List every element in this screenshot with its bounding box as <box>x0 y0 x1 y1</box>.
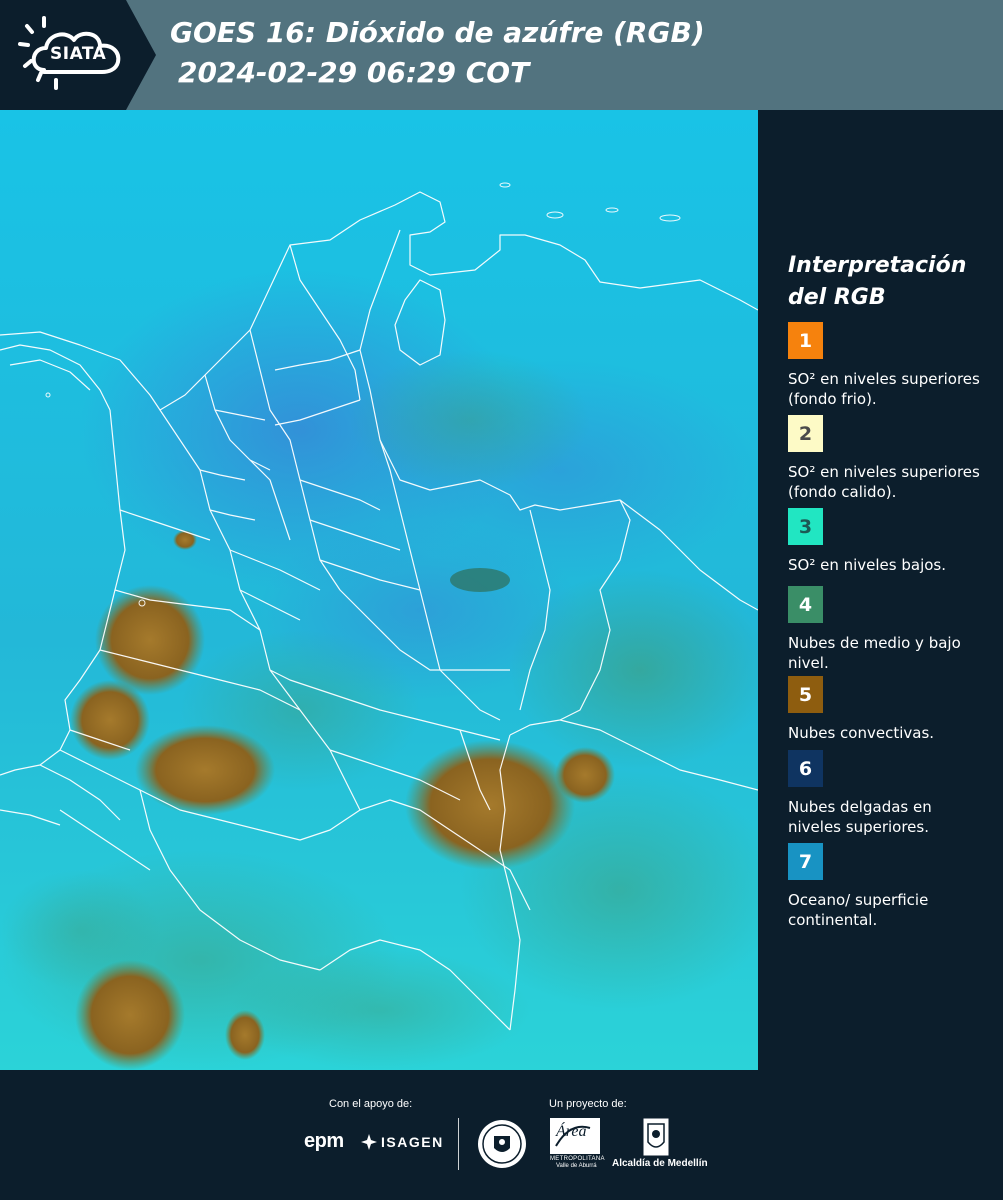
isagen-logo: ISAGEN <box>381 1134 444 1150</box>
legend-number: 1 <box>798 329 813 352</box>
support-caption: Con el apoyo de: <box>329 1098 413 1110</box>
legend-number: 5 <box>798 683 813 706</box>
area-logo-sub2: Valle de Aburrá <box>556 1163 597 1169</box>
satellite-map <box>0 110 758 1070</box>
legend-swatch-2: 2 <box>788 415 823 452</box>
legend-label: Nubes delgadas en niveles superiores. <box>788 798 932 836</box>
legend-item: 3 SO² en niveles bajos. <box>788 508 988 575</box>
legend-swatch-5: 5 <box>788 676 823 713</box>
legend-number: 7 <box>798 850 813 873</box>
isagen-icon <box>361 1134 377 1150</box>
legend-item: 5 Nubes convectivas. <box>788 676 988 743</box>
satellite-image <box>0 110 758 1070</box>
legend-swatch-6: 6 <box>788 750 823 787</box>
alcaldia-shield-icon <box>643 1118 669 1156</box>
siata-logo-text: SIATA <box>50 44 107 64</box>
page-timestamp: 2024-02-29 06:29 COT <box>178 56 530 89</box>
legend-label: SO² en niveles bajos. <box>788 556 947 574</box>
legend-number: 3 <box>798 515 813 538</box>
legend-number: 2 <box>798 422 813 445</box>
legend-swatch-7: 7 <box>788 843 823 880</box>
project-caption: Un proyecto de: <box>549 1098 627 1110</box>
legend-title: Interpretación del RGB <box>788 250 988 314</box>
medellin-seal-icon <box>478 1120 526 1168</box>
legend-item: 2 SO² en niveles superiores (fondo calid… <box>788 415 988 502</box>
footer-divider <box>458 1118 459 1170</box>
legend-label: SO² en niveles superiores (fondo frio). <box>788 370 980 408</box>
legend-swatch-4: 4 <box>788 586 823 623</box>
legend-label: Oceano/ superficie continental. <box>788 891 929 929</box>
area-logo-sub1: METROPOLITANA <box>550 1156 605 1162</box>
legend-number: 6 <box>798 757 813 780</box>
area-logo-word: Área <box>556 1123 587 1140</box>
page-title: GOES 16: Dióxido de azúfre (RGB) <box>170 16 705 49</box>
legend-number: 4 <box>798 593 813 616</box>
legend-swatch-3: 3 <box>788 508 823 545</box>
legend-item: 4 Nubes de medio y bajo nivel. <box>788 586 988 673</box>
legend-item: 7 Oceano/ superficie continental. <box>788 843 988 930</box>
siata-logo: SIATA <box>0 0 156 110</box>
legend-title-line1: Interpretación <box>788 253 967 278</box>
legend-item: 6 Nubes delgadas en niveles superiores. <box>788 750 988 837</box>
footer-bar: Con el apoyo de: Un proyecto de: epm ISA… <box>0 1070 1003 1200</box>
legend-label: Nubes de medio y bajo nivel. <box>788 634 961 672</box>
legend-swatch-1: 1 <box>788 322 823 359</box>
epm-logo: epm <box>304 1130 344 1152</box>
header-bar: SIATA GOES 16: Dióxido de azúfre (RGB) 2… <box>0 0 1003 110</box>
legend-label: Nubes convectivas. <box>788 724 935 742</box>
legend-item: 1 SO² en niveles superiores (fondo frio)… <box>788 322 988 409</box>
legend-panel: Interpretación del RGB 1 SO² en niveles … <box>758 110 1003 1070</box>
legend-title-line2: del RGB <box>788 285 886 310</box>
legend-label: SO² en niveles superiores (fondo calido)… <box>788 463 980 501</box>
alcaldia-logo-text: Alcaldía de Medellín <box>612 1158 708 1169</box>
